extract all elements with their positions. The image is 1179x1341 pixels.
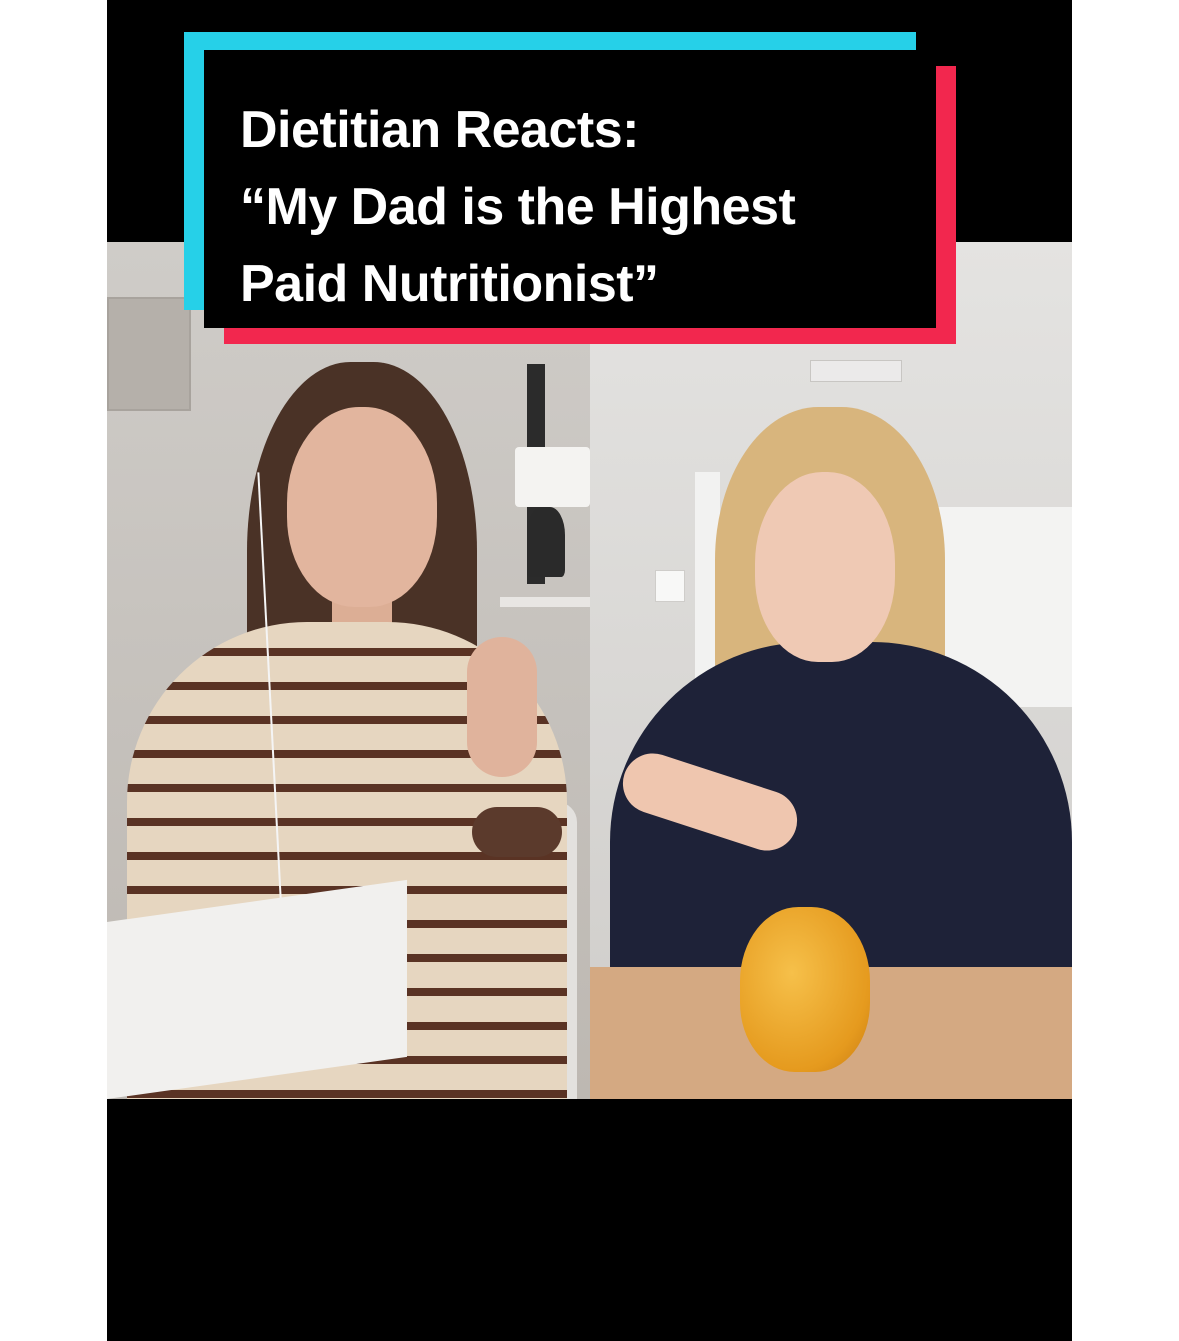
peeled-orange bbox=[740, 907, 870, 1072]
title-text: Dietitian Reacts: “My Dad is the Highest… bbox=[240, 92, 920, 323]
duet-split-view bbox=[107, 242, 1072, 1099]
title-overlay: Dietitian Reacts: “My Dad is the Highest… bbox=[184, 32, 956, 344]
title-line-2: “My Dad is the Highest bbox=[240, 178, 796, 236]
video-frame[interactable]: Dietitian Reacts: “My Dad is the Highest… bbox=[107, 0, 1072, 1341]
shelf bbox=[500, 597, 590, 607]
lamp-shade bbox=[515, 447, 590, 507]
title-line-3: Paid Nutritionist” bbox=[240, 255, 659, 313]
thermostat bbox=[655, 570, 685, 602]
scrunchie bbox=[472, 807, 562, 857]
right-video-pane bbox=[590, 242, 1072, 1099]
wall-picture-frame bbox=[107, 297, 191, 411]
ceiling-vent bbox=[810, 360, 902, 382]
presenter-face bbox=[287, 407, 437, 607]
title-card: Dietitian Reacts: “My Dad is the Highest… bbox=[204, 50, 936, 328]
creator-face bbox=[755, 472, 895, 662]
presenter-hand bbox=[467, 637, 537, 777]
lamp-base bbox=[527, 507, 565, 577]
title-line-1: Dietitian Reacts: bbox=[240, 101, 639, 159]
left-video-pane bbox=[107, 242, 590, 1099]
